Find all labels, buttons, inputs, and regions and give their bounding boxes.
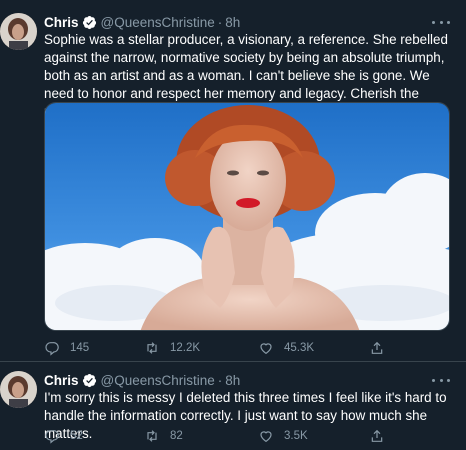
tweet[interactable]: Chris @QueensChristine · 8h Sophie was a… [0,0,466,362]
tweet-header: Chris @QueensChristine · 8h [44,13,240,31]
timestamp[interactable]: 8h [225,15,240,30]
reply-count: 145 [70,342,90,354]
share-icon [371,429,383,442]
share-icon [371,341,383,354]
verified-badge-icon [82,15,97,30]
timestamp[interactable]: 8h [225,373,240,388]
tweet-image[interactable] [44,102,450,331]
avatar[interactable] [0,13,37,50]
reply-count: 52 [70,430,83,442]
retweet-icon [147,430,157,442]
author-handle[interactable]: @QueensChristine [101,15,215,30]
reply-button[interactable]: 145 [44,339,89,357]
like-button[interactable]: 45.3K [258,339,314,357]
heart-icon [260,343,272,355]
like-button[interactable]: 3.5K [258,427,308,445]
retweet-count: 12.2K [170,342,201,354]
author-name[interactable]: Chris [44,373,79,388]
reply-button[interactable]: 52 [44,427,83,445]
tweet-actions: 52 82 3.5K [44,427,444,445]
verified-badge-icon [82,373,97,388]
share-button[interactable] [369,427,385,445]
author-handle[interactable]: @QueensChristine [101,373,215,388]
tweet-actions: 145 12.2K 45.3K [44,339,444,357]
retweet-icon [147,342,157,354]
separator-dot: · [217,14,223,30]
like-count: 45.3K [284,342,315,354]
retweet-button[interactable]: 12.2K [144,339,200,357]
tweet[interactable]: Chris @QueensChristine · 8h I'm sorry th… [0,362,466,450]
retweet-count: 82 [170,430,183,442]
reply-icon [45,342,59,356]
more-dots-icon[interactable] [432,373,450,387]
share-button[interactable] [369,339,385,357]
avatar[interactable] [0,371,37,408]
reply-icon [45,430,59,444]
like-count: 3.5K [284,430,308,442]
author-name[interactable]: Chris [44,15,79,30]
separator-dot: · [217,372,223,388]
heart-icon [260,431,272,443]
retweet-button[interactable]: 82 [144,427,183,445]
more-dots-icon[interactable] [432,15,450,29]
tweet-header: Chris @QueensChristine · 8h [44,371,240,389]
